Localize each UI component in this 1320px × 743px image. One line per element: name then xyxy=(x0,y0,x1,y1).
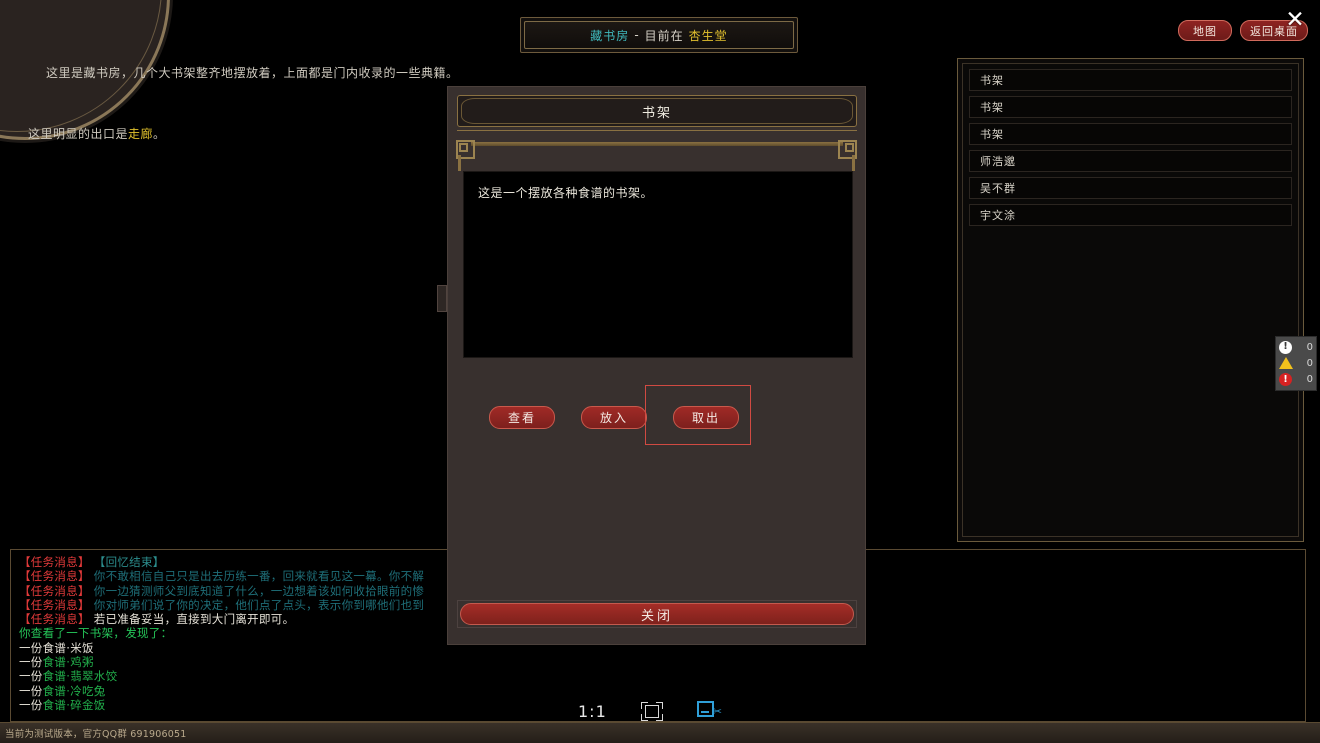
title-now-label: 目前在 xyxy=(644,28,684,43)
dialog-description-text: 这是一个摆放各种食谱的书架。 xyxy=(478,186,654,200)
found-item-qty: 一份 xyxy=(19,697,43,712)
quest-tag: 【任务消息】 xyxy=(19,569,90,584)
hidden-side-tab[interactable] xyxy=(437,285,447,312)
dialog-title-bar: 书架 xyxy=(457,95,857,127)
room-object-panel: 书架 书架 书架 师浩邈 吴不群 宇文涂 xyxy=(957,58,1304,542)
found-item-name: 冷吃兔 xyxy=(70,683,106,698)
ornament-tail-left xyxy=(458,155,461,171)
fit-to-window-icon[interactable] xyxy=(640,701,663,721)
quest-tag: 【任务消息】 xyxy=(19,597,90,612)
bookshelf-dialog: 书架 这是一个摆放各种食谱的书架。 查看 放入 取出 关闭 xyxy=(447,86,866,645)
found-item: 一份食谱·翡翠水饺 xyxy=(19,669,1297,683)
dialog-action-row: 查看 放入 取出 xyxy=(463,397,853,437)
found-item: 一份食谱·冷吃兔 xyxy=(19,684,1297,698)
found-item-qty: 一份 xyxy=(19,683,43,698)
dialog-ornament-bar xyxy=(457,139,857,149)
error-icon: ! xyxy=(1279,373,1292,387)
dialog-close-button[interactable]: 关闭 xyxy=(460,603,854,625)
zoom-ratio-label[interactable]: 1:1 xyxy=(578,702,607,721)
map-button[interactable]: 地图 xyxy=(1178,20,1232,41)
found-item-kind: 食谱 xyxy=(42,640,67,655)
exit-link-corridor[interactable]: 走廊 xyxy=(128,127,153,141)
chat-text: 你一边猜测师父到底知道了什么，一边想着该如何收拾眼前的惨 xyxy=(93,583,425,598)
title-separator: - xyxy=(634,28,640,42)
quest-tag: 【任务消息】 xyxy=(19,612,90,627)
version-text: 当前为测试版本，官方QQ群 691906051 xyxy=(5,729,187,740)
title-room-name: 藏书房 xyxy=(590,28,630,43)
dialog-close-wrap: 关闭 xyxy=(457,600,857,628)
found-item-name: 碎金饭 xyxy=(70,697,106,712)
list-item[interactable]: 书架 xyxy=(969,123,1292,145)
found-item-name: 米饭 xyxy=(70,640,94,655)
info-icon: ! xyxy=(1279,340,1292,354)
list-item[interactable]: 吴不群 xyxy=(969,177,1292,199)
game-window: 藏书房 - 目前在 杏生堂 地图 返回桌面 ✕ 这里是藏书房，几个大书架整齐地摆… xyxy=(0,0,1320,743)
found-item-qty: 一份 xyxy=(19,655,43,670)
dialog-description-box: 这是一个摆放各种食谱的书架。 xyxy=(463,171,853,358)
take-out-button[interactable]: 取出 xyxy=(673,405,739,429)
title-place-name: 杏生堂 xyxy=(688,28,728,43)
list-item[interactable]: 书架 xyxy=(969,69,1292,91)
error-count: 0 xyxy=(1306,374,1313,386)
ornament-tail-right xyxy=(852,155,855,171)
warning-icon xyxy=(1279,357,1293,370)
found-item-kind: 食谱 xyxy=(42,655,67,670)
warning-count: 0 xyxy=(1306,357,1313,369)
viewport-controls: 1:1 ✂ xyxy=(578,701,722,721)
view-button[interactable]: 查看 xyxy=(489,405,555,429)
scene-description: 这里是藏书房，几个大书架整齐地摆放着，上面都是门内收录的一些典籍。 xyxy=(46,66,459,80)
chat-text: 【回忆结束】 xyxy=(93,555,165,569)
status-bar: 当前为测试版本，官方QQ群 691906051 xyxy=(0,722,1320,743)
notification-warning-row[interactable]: 0 xyxy=(1279,356,1313,371)
screenshot-icon[interactable]: ✂ xyxy=(696,701,722,721)
found-item-qty: 一份 xyxy=(19,640,43,655)
exit-suffix: 。 xyxy=(153,127,166,141)
found-item-kind: 食谱 xyxy=(42,669,67,684)
found-item-kind: 食谱 xyxy=(42,683,67,698)
found-item-qty: 一份 xyxy=(19,669,43,684)
found-item: 一份食谱·鸡粥 xyxy=(19,655,1297,669)
list-item[interactable]: 师浩邈 xyxy=(969,150,1292,172)
chat-text: 你对师弟们说了你的决定，他们点了点头，表示你到哪他们也到 xyxy=(93,597,425,612)
put-in-button[interactable]: 放入 xyxy=(581,405,647,429)
chat-text: 你不敢相信自己只是出去历练一番，回来就看见这一幕。你不解 xyxy=(93,569,425,584)
dialog-divider xyxy=(457,130,857,131)
scene-exit-line: 这里明显的出口是走廊。 xyxy=(28,125,166,142)
found-item-name: 鸡粥 xyxy=(70,655,94,670)
quest-tag: 【任务消息】 xyxy=(19,555,90,569)
found-item-name: 翡翠水饺 xyxy=(70,669,118,684)
notification-badges[interactable]: ! 0 0 ! 0 xyxy=(1275,336,1317,391)
info-count: 0 xyxy=(1306,341,1313,353)
dialog-title: 书架 xyxy=(641,105,672,121)
chat-text: 若已准备妥当，直接到大门离开即可。 xyxy=(93,612,295,627)
exit-prefix: 这里明显的出口是 xyxy=(28,127,129,141)
notification-error-row[interactable]: ! 0 xyxy=(1279,372,1313,387)
list-item[interactable]: 书架 xyxy=(969,96,1292,118)
list-item[interactable]: 宇文涂 xyxy=(969,204,1292,226)
close-icon[interactable]: ✕ xyxy=(1284,9,1306,32)
found-item-kind: 食谱 xyxy=(42,697,67,712)
notification-info-row[interactable]: ! 0 xyxy=(1279,340,1313,355)
quest-tag: 【任务消息】 xyxy=(19,583,90,598)
room-object-list: 书架 书架 书架 师浩邈 吴不群 宇文涂 xyxy=(962,63,1299,537)
window-title-plaque: 藏书房 - 目前在 杏生堂 xyxy=(520,17,798,53)
